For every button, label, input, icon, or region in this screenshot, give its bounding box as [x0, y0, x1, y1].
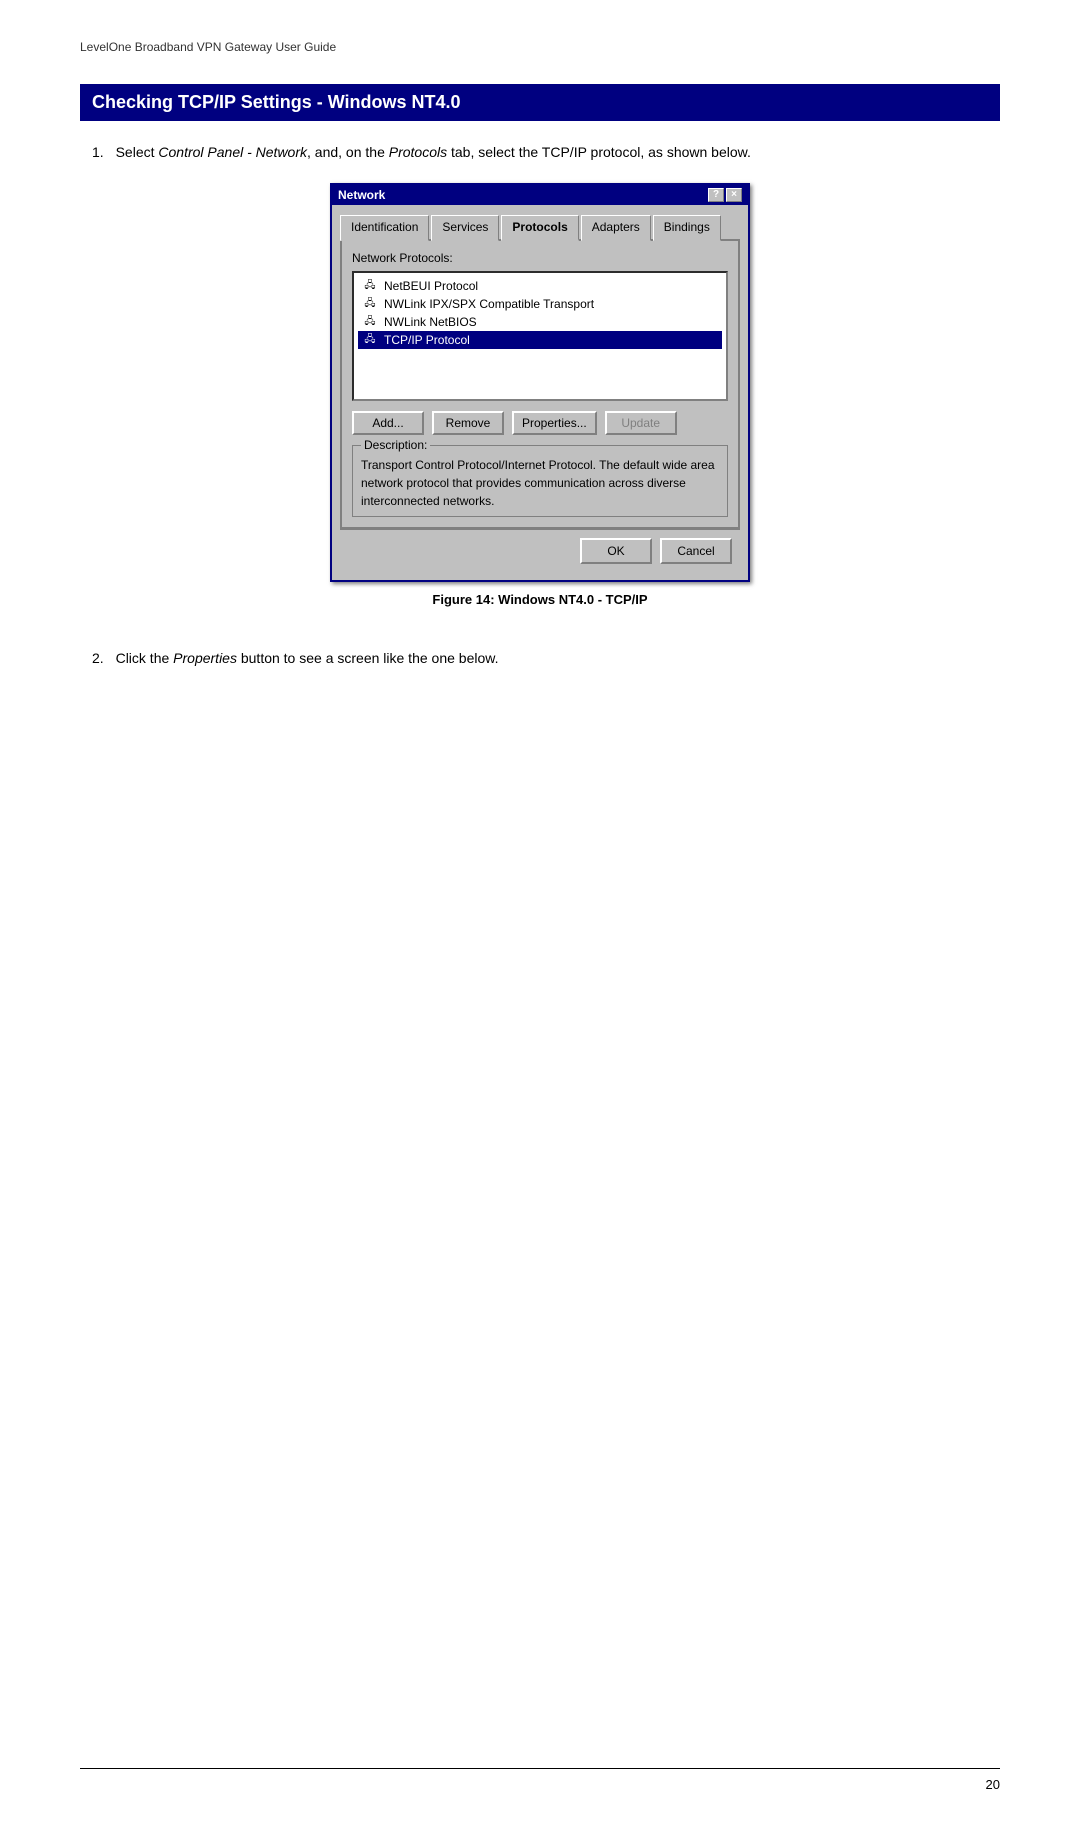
step1-number: 1. — [92, 144, 104, 160]
step1-text-before1: Select — [116, 144, 159, 160]
close-button[interactable]: × — [726, 188, 742, 202]
step2-text: 2. Click the Properties button to see a … — [80, 647, 1000, 669]
protocol-list[interactable]: 🖧 NetBEUI Protocol 🖧 NWLink IPX/SPX Comp… — [352, 271, 728, 401]
titlebar-buttons: ? × — [708, 188, 742, 202]
add-button[interactable]: Add... — [352, 411, 424, 435]
tab-identification[interactable]: Identification — [340, 215, 429, 241]
section-title: Checking TCP/IP Settings - Windows NT4.0 — [80, 84, 1000, 121]
protocol-icon: 🖧 — [362, 279, 378, 293]
ok-button[interactable]: OK — [580, 538, 652, 564]
protocol-name: NWLink NetBIOS — [384, 315, 477, 329]
step1-container: 1. Select Control Panel - Network, and, … — [80, 141, 1000, 627]
step2-italic: Properties — [173, 650, 237, 666]
network-dialog: Network ? × Identification Services Prot… — [330, 183, 750, 582]
step1-text: 1. Select Control Panel - Network, and, … — [80, 141, 1000, 163]
cancel-button[interactable]: Cancel — [660, 538, 732, 564]
help-button[interactable]: ? — [708, 188, 724, 202]
action-buttons: Add... Remove Properties... Update — [352, 411, 728, 435]
remove-button[interactable]: Remove — [432, 411, 504, 435]
description-text: Transport Control Protocol/Internet Prot… — [361, 456, 719, 510]
header-text: LevelOne Broadband VPN Gateway User Guid… — [80, 40, 336, 54]
step2-text-before: Click the — [116, 650, 174, 666]
step1-italic1: Control Panel - Network — [158, 144, 307, 160]
list-item[interactable]: 🖧 NetBEUI Protocol — [358, 277, 722, 295]
bottom-buttons: OK Cancel — [340, 529, 740, 572]
step2-container: 2. Click the Properties button to see a … — [80, 647, 1000, 669]
tab-strip: Identification Services Protocols Adapte… — [340, 213, 740, 241]
page-number: 20 — [986, 1777, 1000, 1792]
description-group: Description: Transport Control Protocol/… — [352, 445, 728, 517]
protocols-group-label: Network Protocols: — [352, 251, 728, 265]
step2-text-after: button to see a screen like the one belo… — [237, 650, 499, 666]
tab-protocols[interactable]: Protocols — [501, 215, 578, 241]
step1-italic2: Protocols — [389, 144, 447, 160]
protocol-icon: 🖧 — [362, 333, 378, 347]
tab-bindings[interactable]: Bindings — [653, 215, 721, 241]
list-item[interactable]: 🖧 NWLink IPX/SPX Compatible Transport — [358, 295, 722, 313]
dialog-title-text: Network — [338, 188, 385, 202]
protocol-icon: 🖧 — [362, 315, 378, 329]
figure-caption: Figure 14: Windows NT4.0 - TCP/IP — [432, 592, 647, 607]
doc-header: LevelOne Broadband VPN Gateway User Guid… — [80, 40, 1000, 54]
dialog-body: Identification Services Protocols Adapte… — [332, 205, 748, 580]
update-button[interactable]: Update — [605, 411, 677, 435]
step1-text-middle1: , and, on the — [307, 144, 389, 160]
protocol-name: TCP/IP Protocol — [384, 333, 470, 347]
tab-services[interactable]: Services — [431, 215, 499, 241]
list-item-selected[interactable]: 🖧 TCP/IP Protocol — [358, 331, 722, 349]
list-item[interactable]: 🖧 NWLink NetBIOS — [358, 313, 722, 331]
properties-button[interactable]: Properties... — [512, 411, 597, 435]
description-legend: Description: — [361, 438, 430, 452]
protocol-icon: 🖧 — [362, 297, 378, 311]
step1-text-after1: tab, select the TCP/IP protocol, as show… — [447, 144, 751, 160]
section-title-text: Checking TCP/IP Settings - Windows NT4.0 — [92, 92, 461, 112]
dialog-wrapper: Network ? × Identification Services Prot… — [80, 183, 1000, 627]
dialog-titlebar: Network ? × — [332, 185, 748, 205]
step2-number: 2. — [92, 650, 104, 666]
page-footer: 20 — [80, 1768, 1000, 1792]
tab-content: Network Protocols: 🖧 NetBEUI Protocol 🖧 … — [340, 241, 740, 529]
protocol-name: NetBEUI Protocol — [384, 279, 478, 293]
protocol-name: NWLink IPX/SPX Compatible Transport — [384, 297, 594, 311]
tab-adapters[interactable]: Adapters — [581, 215, 651, 241]
